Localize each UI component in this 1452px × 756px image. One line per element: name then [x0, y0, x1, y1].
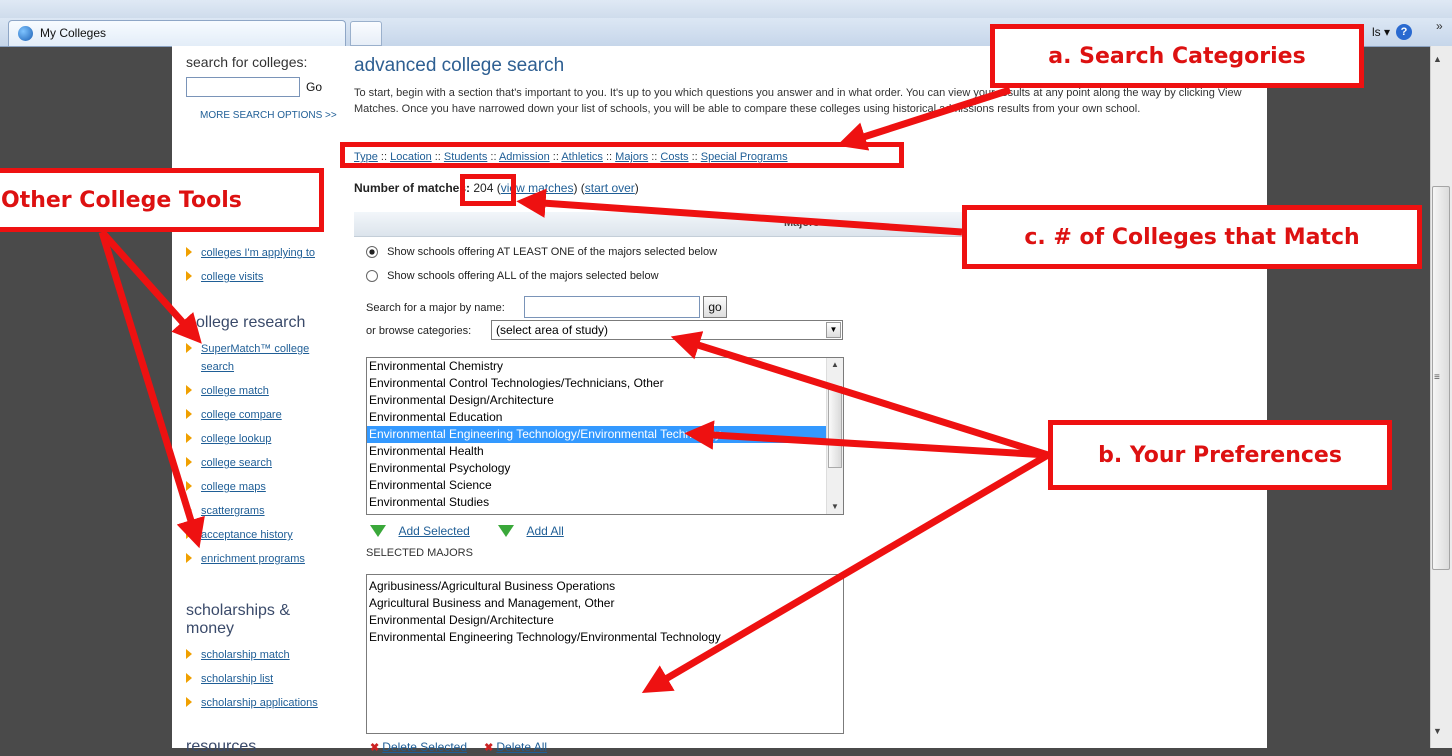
annotation-colleges-match: c. # of Colleges that Match [962, 205, 1422, 269]
arrow-to-selected-list [641, 451, 1050, 693]
annotation-arrows [98, 86, 1050, 693]
match-count-highlight-box [460, 174, 516, 206]
annotation-other-tools: Other College Tools [0, 168, 324, 232]
annotation-search-categories: a. Search Categories [990, 24, 1364, 88]
annotation-your-preferences: b. Your Preferences [1048, 420, 1392, 490]
arrow-to-acceptance [98, 230, 205, 549]
arrow-to-categories [836, 86, 1012, 151]
arrow-to-match-count [516, 188, 963, 236]
categories-highlight-box [340, 142, 904, 168]
